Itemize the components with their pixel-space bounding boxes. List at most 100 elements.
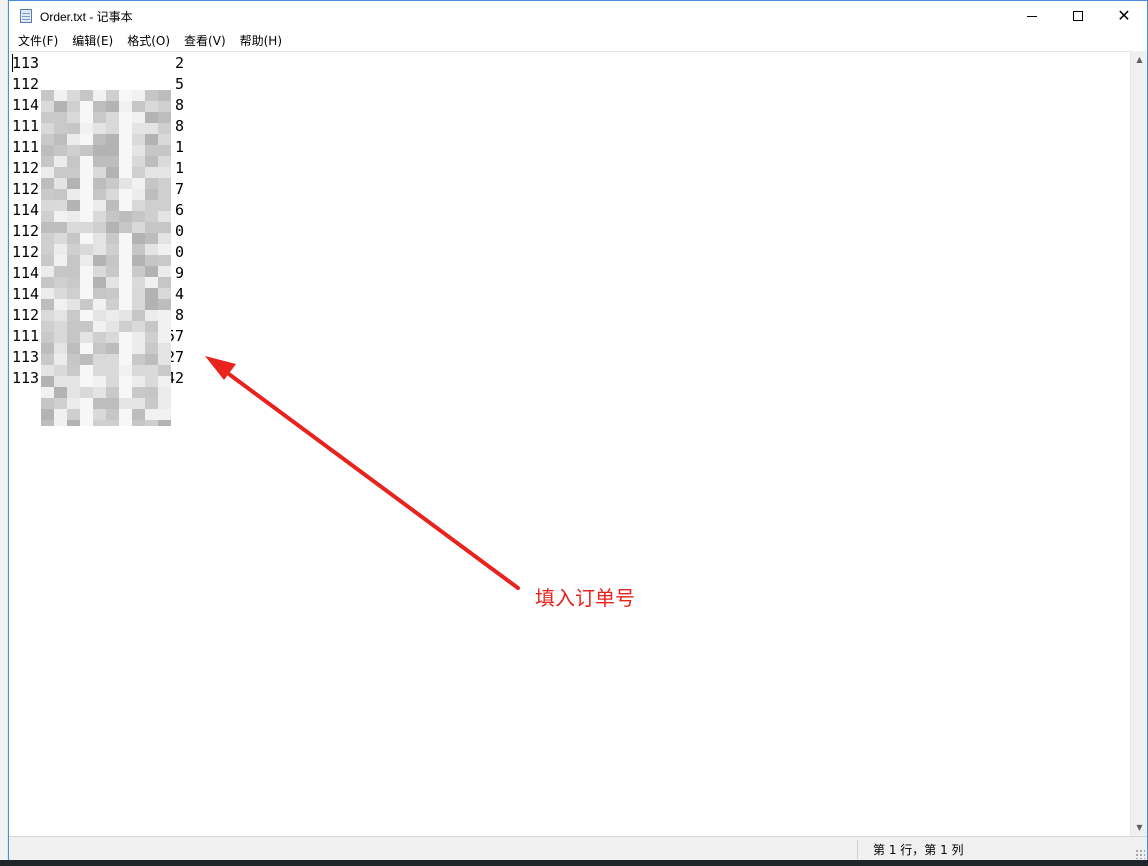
mosaic-block <box>41 255 54 266</box>
mosaic-block <box>54 101 67 112</box>
mosaic-block <box>93 420 106 426</box>
resize-grip-icon[interactable] <box>1135 849 1145 859</box>
mosaic-block <box>80 156 93 167</box>
redacted-mosaic <box>41 90 171 426</box>
vertical-scrollbar[interactable]: ▲ ▼ <box>1130 51 1147 836</box>
mosaic-block <box>106 200 119 211</box>
maximize-button[interactable] <box>1055 1 1101 31</box>
mosaic-block <box>132 222 145 233</box>
mosaic-block <box>132 90 145 101</box>
mosaic-block <box>80 189 93 200</box>
mosaic-block <box>54 200 67 211</box>
order-number-suffix: 0 <box>174 243 184 261</box>
mosaic-block <box>119 233 132 244</box>
mosaic-block <box>93 409 106 420</box>
scroll-down-icon[interactable]: ▼ <box>1131 819 1148 836</box>
mosaic-block <box>54 266 67 277</box>
mosaic-block <box>158 167 171 178</box>
mosaic-block <box>93 244 106 255</box>
mosaic-block <box>80 167 93 178</box>
mosaic-block <box>132 255 145 266</box>
text-editor-area[interactable]: 113 2 112 5 114 8 111 8 111 1 112 1 112 7 114 6 112 0 112 0… <box>9 51 1130 836</box>
mosaic-block <box>119 255 132 266</box>
mosaic-block <box>67 189 80 200</box>
mosaic-block <box>54 112 67 123</box>
mosaic-block <box>41 387 54 398</box>
notepad-icon[interactable] <box>18 8 34 24</box>
mosaic-block <box>158 409 171 420</box>
mosaic-block <box>132 277 145 288</box>
mosaic-block <box>93 123 106 134</box>
mosaic-block <box>67 332 80 343</box>
mosaic-block <box>132 211 145 222</box>
mosaic-block <box>41 112 54 123</box>
mosaic-block <box>158 332 171 343</box>
mosaic-block <box>41 189 54 200</box>
mosaic-block <box>145 90 158 101</box>
mosaic-block <box>158 420 171 426</box>
mosaic-block <box>145 299 158 310</box>
mosaic-block <box>80 233 93 244</box>
window-title: Order.txt - 记事本 <box>40 9 133 24</box>
mosaic-block <box>106 255 119 266</box>
order-line: 113 2 <box>12 53 184 74</box>
mosaic-block <box>119 156 132 167</box>
mosaic-block <box>145 145 158 156</box>
mosaic-block <box>106 156 119 167</box>
mosaic-block <box>93 310 106 321</box>
mosaic-block <box>67 420 80 426</box>
title-bar[interactable]: Order.txt - 记事本 ✕ <box>9 1 1147 31</box>
mosaic-block <box>132 409 145 420</box>
menu-help[interactable]: 帮助(H) <box>233 31 289 51</box>
mosaic-block <box>132 321 145 332</box>
mosaic-block <box>106 420 119 426</box>
mosaic-block <box>145 222 158 233</box>
menu-edit[interactable]: 编辑(E) <box>65 31 120 51</box>
mosaic-block <box>106 123 119 134</box>
mosaic-block <box>67 365 80 376</box>
mosaic-block <box>119 310 132 321</box>
mosaic-block <box>119 123 132 134</box>
mosaic-block <box>80 398 93 409</box>
menu-view[interactable]: 查看(V) <box>177 31 233 51</box>
mosaic-block <box>145 189 158 200</box>
mosaic-block <box>158 145 171 156</box>
mosaic-block <box>145 244 158 255</box>
mosaic-block <box>106 145 119 156</box>
taskbar-strip <box>0 860 1148 866</box>
mosaic-block <box>158 321 171 332</box>
mosaic-block <box>106 398 119 409</box>
scroll-up-icon[interactable]: ▲ <box>1131 51 1148 68</box>
mosaic-block <box>119 266 132 277</box>
mosaic-block <box>80 376 93 387</box>
mosaic-block <box>67 409 80 420</box>
mosaic-block <box>119 321 132 332</box>
mosaic-block <box>54 398 67 409</box>
mosaic-block <box>106 409 119 420</box>
mosaic-block <box>54 409 67 420</box>
mosaic-block <box>158 376 171 387</box>
mosaic-block <box>41 299 54 310</box>
close-button[interactable]: ✕ <box>1101 1 1147 31</box>
mosaic-block <box>41 332 54 343</box>
mosaic-block <box>93 233 106 244</box>
mosaic-block <box>67 101 80 112</box>
mosaic-block <box>93 365 106 376</box>
mosaic-block <box>80 310 93 321</box>
mosaic-block <box>67 244 80 255</box>
mosaic-block <box>80 266 93 277</box>
mosaic-block <box>93 398 106 409</box>
order-number-suffix: 8 <box>174 117 184 135</box>
minimize-icon <box>1027 15 1037 17</box>
menu-format[interactable]: 格式(O) <box>120 31 177 51</box>
order-number-prefix: 112 <box>12 243 40 261</box>
menu-file[interactable]: 文件(F) <box>11 31 65 51</box>
mosaic-block <box>106 343 119 354</box>
mosaic-block <box>106 299 119 310</box>
mosaic-block <box>54 134 67 145</box>
status-bar: 第 1 行，第 1 列 <box>9 836 1147 861</box>
minimize-button[interactable] <box>1009 1 1055 31</box>
mosaic-block <box>80 244 93 255</box>
mosaic-block <box>132 156 145 167</box>
order-number-prefix: 112 <box>12 159 40 177</box>
